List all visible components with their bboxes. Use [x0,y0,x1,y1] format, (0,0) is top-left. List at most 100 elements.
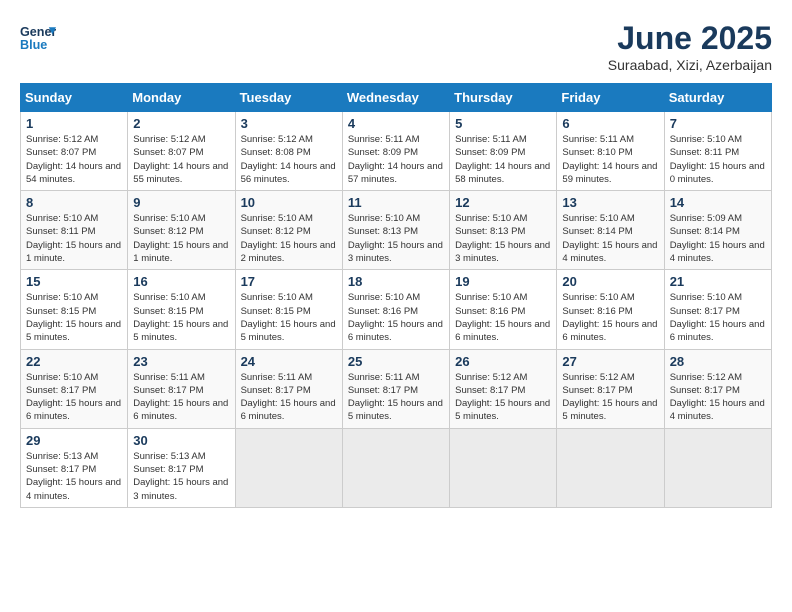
calendar-cell: 4 Sunrise: 5:11 AMSunset: 8:09 PMDaylight… [342,112,449,191]
calendar-cell: 17 Sunrise: 5:10 AMSunset: 8:15 PMDayligh… [235,270,342,349]
day-info: Sunrise: 5:10 AMSunset: 8:16 PMDaylight:… [455,291,551,344]
header-day-wednesday: Wednesday [342,84,449,112]
day-number: 5 [455,116,551,131]
day-number: 16 [133,274,229,289]
calendar-cell: 8 Sunrise: 5:10 AMSunset: 8:11 PMDaylight… [21,191,128,270]
day-number: 2 [133,116,229,131]
day-info: Sunrise: 5:10 AMSunset: 8:13 PMDaylight:… [455,212,551,265]
day-number: 7 [670,116,766,131]
day-info: Sunrise: 5:11 AMSunset: 8:17 PMDaylight:… [241,371,337,424]
day-info: Sunrise: 5:12 AMSunset: 8:07 PMDaylight:… [26,133,122,186]
day-info: Sunrise: 5:10 AMSunset: 8:16 PMDaylight:… [562,291,658,344]
calendar-subtitle: Suraabad, Xizi, Azerbaijan [608,57,772,73]
calendar-cell: 16Sunrise: 5:10 AMSunset: 8:15 PMDayligh… [128,270,235,349]
day-info: Sunrise: 5:10 AMSunset: 8:15 PMDaylight:… [26,291,122,344]
day-number: 24 [241,354,337,369]
calendar-cell: 6Sunrise: 5:11 AMSunset: 8:10 PMDaylight… [557,112,664,191]
day-info: Sunrise: 5:10 AMSunset: 8:13 PMDaylight:… [348,212,444,265]
calendar-cell: 3 Sunrise: 5:12 AMSunset: 8:08 PMDaylight… [235,112,342,191]
day-number: 12 [455,195,551,210]
day-info: Sunrise: 5:11 AMSunset: 8:09 PMDaylight:… [348,133,444,186]
calendar-cell: 23 Sunrise: 5:11 AMSunset: 8:17 PMDayligh… [128,349,235,428]
title-section: June 2025 Suraabad, Xizi, Azerbaijan [608,20,772,73]
calendar-week-5: 29Sunrise: 5:13 AMSunset: 8:17 PMDayligh… [21,428,772,507]
day-info: Sunrise: 5:10 AMSunset: 8:17 PMDaylight:… [26,371,122,424]
day-number: 28 [670,354,766,369]
day-number: 18 [348,274,444,289]
day-number: 17 [241,274,337,289]
day-number: 1 [26,116,122,131]
day-info: Sunrise: 5:09 AMSunset: 8:14 PMDaylight:… [670,212,766,265]
calendar-cell: 14Sunrise: 5:09 AMSunset: 8:14 PMDayligh… [664,191,771,270]
day-info: Sunrise: 5:13 AMSunset: 8:17 PMDaylight:… [26,450,122,503]
day-number: 27 [562,354,658,369]
calendar-cell: 30Sunrise: 5:13 AMSunset: 8:17 PMDayligh… [128,428,235,507]
day-info: Sunrise: 5:11 AMSunset: 8:17 PMDaylight:… [348,371,444,424]
calendar-cell: 10Sunrise: 5:10 AMSunset: 8:12 PMDayligh… [235,191,342,270]
calendar-cell: 7 Sunrise: 5:10 AMSunset: 8:11 PMDaylight… [664,112,771,191]
calendar-week-4: 22 Sunrise: 5:10 AMSunset: 8:17 PMDayligh… [21,349,772,428]
header-day-sunday: Sunday [21,84,128,112]
calendar-cell: 15 Sunrise: 5:10 AMSunset: 8:15 PMDayligh… [21,270,128,349]
calendar-cell: 1 Sunrise: 5:12 AMSunset: 8:07 PMDaylight… [21,112,128,191]
day-number: 15 [26,274,122,289]
day-number: 26 [455,354,551,369]
day-info: Sunrise: 5:10 AMSunset: 8:17 PMDaylight:… [670,291,766,344]
calendar-cell: 26 Sunrise: 5:12 AMSunset: 8:17 PMDayligh… [450,349,557,428]
header: General Blue June 2025 Suraabad, Xizi, A… [20,20,772,73]
calendar-cell: 2 Sunrise: 5:12 AMSunset: 8:07 PMDaylight… [128,112,235,191]
day-number: 8 [26,195,122,210]
day-number: 23 [133,354,229,369]
day-number: 11 [348,195,444,210]
day-number: 20 [562,274,658,289]
svg-text:Blue: Blue [20,38,47,52]
day-number: 10 [241,195,337,210]
calendar-cell: 19 Sunrise: 5:10 AMSunset: 8:16 PMDayligh… [450,270,557,349]
day-info: Sunrise: 5:12 AMSunset: 8:17 PMDaylight:… [562,371,658,424]
day-number: 9 [133,195,229,210]
calendar-week-3: 15 Sunrise: 5:10 AMSunset: 8:15 PMDayligh… [21,270,772,349]
day-number: 19 [455,274,551,289]
calendar-cell: 29Sunrise: 5:13 AMSunset: 8:17 PMDayligh… [21,428,128,507]
calendar-cell: 12 Sunrise: 5:10 AMSunset: 8:13 PMDayligh… [450,191,557,270]
day-info: Sunrise: 5:11 AMSunset: 8:17 PMDaylight:… [133,371,229,424]
day-number: 22 [26,354,122,369]
calendar-table: SundayMondayTuesdayWednesdayThursdayFrid… [20,83,772,508]
header-day-tuesday: Tuesday [235,84,342,112]
day-number: 25 [348,354,444,369]
day-info: Sunrise: 5:12 AMSunset: 8:07 PMDaylight:… [133,133,229,186]
calendar-cell: 21 Sunrise: 5:10 AMSunset: 8:17 PMDayligh… [664,270,771,349]
calendar-cell: 25 Sunrise: 5:11 AMSunset: 8:17 PMDayligh… [342,349,449,428]
day-number: 21 [670,274,766,289]
day-info: Sunrise: 5:10 AMSunset: 8:11 PMDaylight:… [670,133,766,186]
calendar-cell: 13Sunrise: 5:10 AMSunset: 8:14 PMDayligh… [557,191,664,270]
day-info: Sunrise: 5:13 AMSunset: 8:17 PMDaylight:… [133,450,229,503]
day-info: Sunrise: 5:10 AMSunset: 8:11 PMDaylight:… [26,212,122,265]
day-number: 4 [348,116,444,131]
header-day-monday: Monday [128,84,235,112]
day-info: Sunrise: 5:10 AMSunset: 8:16 PMDaylight:… [348,291,444,344]
day-info: Sunrise: 5:12 AMSunset: 8:08 PMDaylight:… [241,133,337,186]
day-number: 6 [562,116,658,131]
calendar-cell [450,428,557,507]
header-day-friday: Friday [557,84,664,112]
calendar-cell [557,428,664,507]
calendar-cell [342,428,449,507]
day-info: Sunrise: 5:12 AMSunset: 8:17 PMDaylight:… [670,371,766,424]
day-info: Sunrise: 5:10 AMSunset: 8:15 PMDaylight:… [241,291,337,344]
calendar-cell: 11 Sunrise: 5:10 AMSunset: 8:13 PMDayligh… [342,191,449,270]
header-day-thursday: Thursday [450,84,557,112]
logo-icon: General Blue [20,20,56,56]
day-info: Sunrise: 5:12 AMSunset: 8:17 PMDaylight:… [455,371,551,424]
calendar-cell [235,428,342,507]
day-number: 3 [241,116,337,131]
calendar-week-1: 1 Sunrise: 5:12 AMSunset: 8:07 PMDaylight… [21,112,772,191]
calendar-title: June 2025 [608,20,772,57]
header-day-saturday: Saturday [664,84,771,112]
calendar-cell: 28 Sunrise: 5:12 AMSunset: 8:17 PMDayligh… [664,349,771,428]
calendar-cell: 9 Sunrise: 5:10 AMSunset: 8:12 PMDaylight… [128,191,235,270]
day-info: Sunrise: 5:10 AMSunset: 8:12 PMDaylight:… [133,212,229,265]
calendar-cell: 5 Sunrise: 5:11 AMSunset: 8:09 PMDaylight… [450,112,557,191]
day-info: Sunrise: 5:11 AMSunset: 8:09 PMDaylight:… [455,133,551,186]
day-number: 13 [562,195,658,210]
